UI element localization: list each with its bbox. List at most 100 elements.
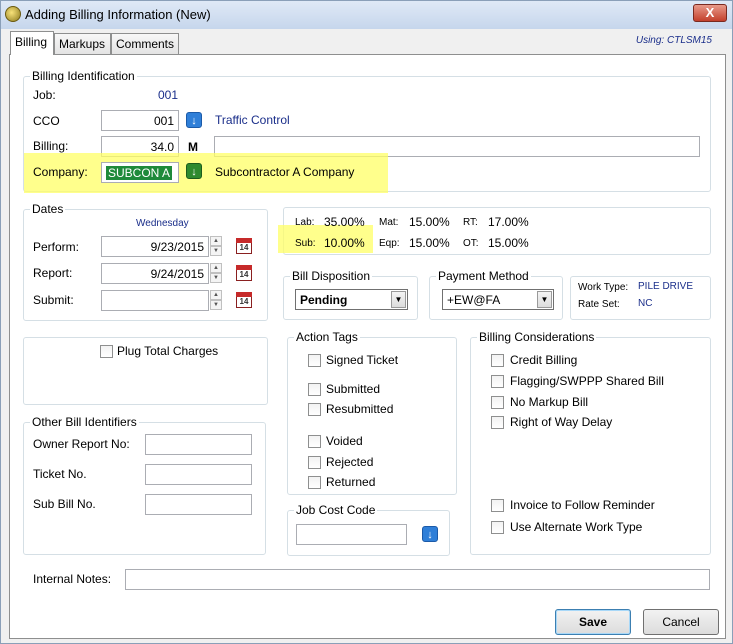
- rate-value-rt: 17.00%: [488, 215, 529, 229]
- other-identifiers-label: Other Bill Identifiers: [30, 415, 139, 429]
- rate-label-ot: OT:: [463, 238, 479, 249]
- rate-value-mat: 15.00%: [409, 215, 450, 229]
- billing-window: Adding Billing Information (New) X Billi…: [0, 0, 733, 644]
- rate-value-lab: 35.00%: [324, 215, 365, 229]
- invoice-follow-reminder-checkbox[interactable]: [491, 499, 504, 512]
- submit-date-input[interactable]: [101, 290, 209, 311]
- company-value: SUBCON A: [106, 166, 173, 180]
- payment-method-value: +EW@FA: [447, 293, 501, 307]
- rate-label-eqp: Eqp:: [379, 238, 400, 249]
- billing-label: Billing:: [33, 139, 69, 153]
- invoice-follow-reminder-label: Invoice to Follow Reminder: [510, 498, 655, 512]
- tab-billing[interactable]: Billing: [10, 31, 54, 55]
- report-calendar-icon[interactable]: 14: [236, 265, 252, 281]
- chevron-down-icon: ▼: [391, 291, 406, 308]
- internal-notes-input[interactable]: [125, 569, 710, 590]
- payment-method-label: Payment Method: [436, 269, 531, 283]
- report-label: Report:: [33, 266, 73, 280]
- sub-bill-input[interactable]: [145, 494, 252, 515]
- cco-description: Traffic Control: [215, 113, 290, 127]
- company-label: Company:: [33, 165, 88, 179]
- flagging-shared-bill-label: Flagging/SWPPP Shared Bill: [510, 374, 664, 388]
- owner-report-label: Owner Report No:: [33, 437, 130, 451]
- credit-billing-checkbox[interactable]: [491, 354, 504, 367]
- payment-method-select[interactable]: +EW@FA ▼: [442, 289, 554, 310]
- rate-label-sub: Sub:: [295, 238, 316, 249]
- plug-total-checkbox[interactable]: [100, 345, 113, 358]
- rate-set-value: NC: [638, 298, 653, 309]
- job-cost-code-input[interactable]: [296, 524, 407, 545]
- alternate-work-type-label: Use Alternate Work Type: [510, 520, 643, 534]
- job-label: Job:: [33, 88, 56, 102]
- voided-checkbox[interactable]: [308, 435, 321, 448]
- returned-checkbox[interactable]: [308, 476, 321, 489]
- job-cost-code-label: Job Cost Code: [294, 503, 378, 517]
- cco-lookup-icon[interactable]: ↓: [186, 112, 202, 128]
- rate-label-lab: Lab:: [295, 217, 315, 228]
- sub-bill-label: Sub Bill No.: [33, 497, 96, 511]
- ticket-label: Ticket No.: [33, 467, 87, 481]
- rejected-checkbox[interactable]: [308, 456, 321, 469]
- tab-markups[interactable]: Markups: [54, 33, 111, 54]
- rate-value-ot: 15.00%: [488, 236, 529, 250]
- company-input[interactable]: SUBCON A: [101, 162, 179, 183]
- save-button[interactable]: Save: [555, 609, 631, 635]
- right-of-way-delay-checkbox[interactable]: [491, 416, 504, 429]
- chevron-down-icon: ▼: [537, 291, 552, 308]
- company-name: Subcontractor A Company: [215, 165, 355, 179]
- title-bar: Adding Billing Information (New) X: [1, 1, 732, 29]
- ticket-input[interactable]: [145, 464, 252, 485]
- job-value: 001: [158, 88, 179, 102]
- resubmitted-checkbox[interactable]: [308, 403, 321, 416]
- submit-calendar-icon[interactable]: 14: [236, 292, 252, 308]
- submit-label: Submit:: [33, 293, 74, 307]
- action-tags-label: Action Tags: [294, 330, 360, 344]
- right-of-way-delay-label: Right of Way Delay: [510, 415, 613, 429]
- dates-label: Dates: [30, 202, 66, 216]
- close-button[interactable]: X: [693, 4, 727, 22]
- bill-disposition-value: Pending: [300, 293, 348, 307]
- weekday-label: Wednesday: [136, 218, 189, 229]
- perform-label: Perform:: [33, 240, 80, 254]
- alternate-work-type-checkbox[interactable]: [491, 521, 504, 534]
- bill-disposition-label: Bill Disposition: [290, 269, 373, 283]
- billing-identification-label: Billing Identification: [30, 69, 137, 83]
- perform-date-input[interactable]: 9/23/2015: [101, 236, 209, 257]
- perform-spinner[interactable]: ▲ ▼: [210, 236, 222, 257]
- returned-label: Returned: [326, 475, 376, 489]
- using-label: Using: CTLSM15: [635, 35, 712, 46]
- report-spinner[interactable]: ▲ ▼: [210, 263, 222, 284]
- rate-value-sub: 10.00%: [324, 236, 365, 250]
- flagging-shared-bill-checkbox[interactable]: [491, 375, 504, 388]
- billing-panel: Billing Identification Job: 001 CCO 001 …: [9, 54, 726, 639]
- billing-unit: M: [188, 140, 198, 154]
- plug-total-label: Plug Total Charges: [117, 344, 219, 358]
- submit-spinner[interactable]: ▲ ▼: [210, 290, 222, 311]
- bill-disposition-select[interactable]: Pending ▼: [295, 289, 408, 310]
- submitted-label: Submitted: [326, 382, 381, 396]
- signed-ticket-checkbox[interactable]: [308, 354, 321, 367]
- submitted-checkbox[interactable]: [308, 383, 321, 396]
- rate-set-label: Rate Set:: [578, 299, 620, 310]
- voided-label: Voided: [326, 434, 363, 448]
- app-icon: [5, 6, 21, 22]
- cco-input[interactable]: 001: [101, 110, 179, 131]
- report-date-input[interactable]: 9/24/2015: [101, 263, 209, 284]
- owner-report-input[interactable]: [145, 434, 252, 455]
- resubmitted-label: Resubmitted: [326, 402, 394, 416]
- job-cost-code-lookup-icon[interactable]: ↓: [422, 526, 438, 542]
- rate-value-eqp: 15.00%: [409, 236, 450, 250]
- no-markup-bill-checkbox[interactable]: [491, 396, 504, 409]
- window-title: Adding Billing Information (New): [25, 7, 211, 22]
- cancel-button[interactable]: Cancel: [643, 609, 719, 635]
- rate-label-rt: RT:: [463, 217, 478, 228]
- billing-considerations-label: Billing Considerations: [477, 330, 597, 344]
- perform-calendar-icon[interactable]: 14: [236, 238, 252, 254]
- company-lookup-icon[interactable]: ↓: [186, 163, 202, 179]
- work-type-label: Work Type:: [578, 282, 629, 293]
- cco-label: CCO: [33, 114, 60, 128]
- internal-notes-label: Internal Notes:: [33, 572, 112, 586]
- signed-ticket-label: Signed Ticket: [326, 353, 399, 367]
- tab-comments[interactable]: Comments: [111, 33, 179, 54]
- work-type-value: PILE DRIVE: [638, 281, 694, 292]
